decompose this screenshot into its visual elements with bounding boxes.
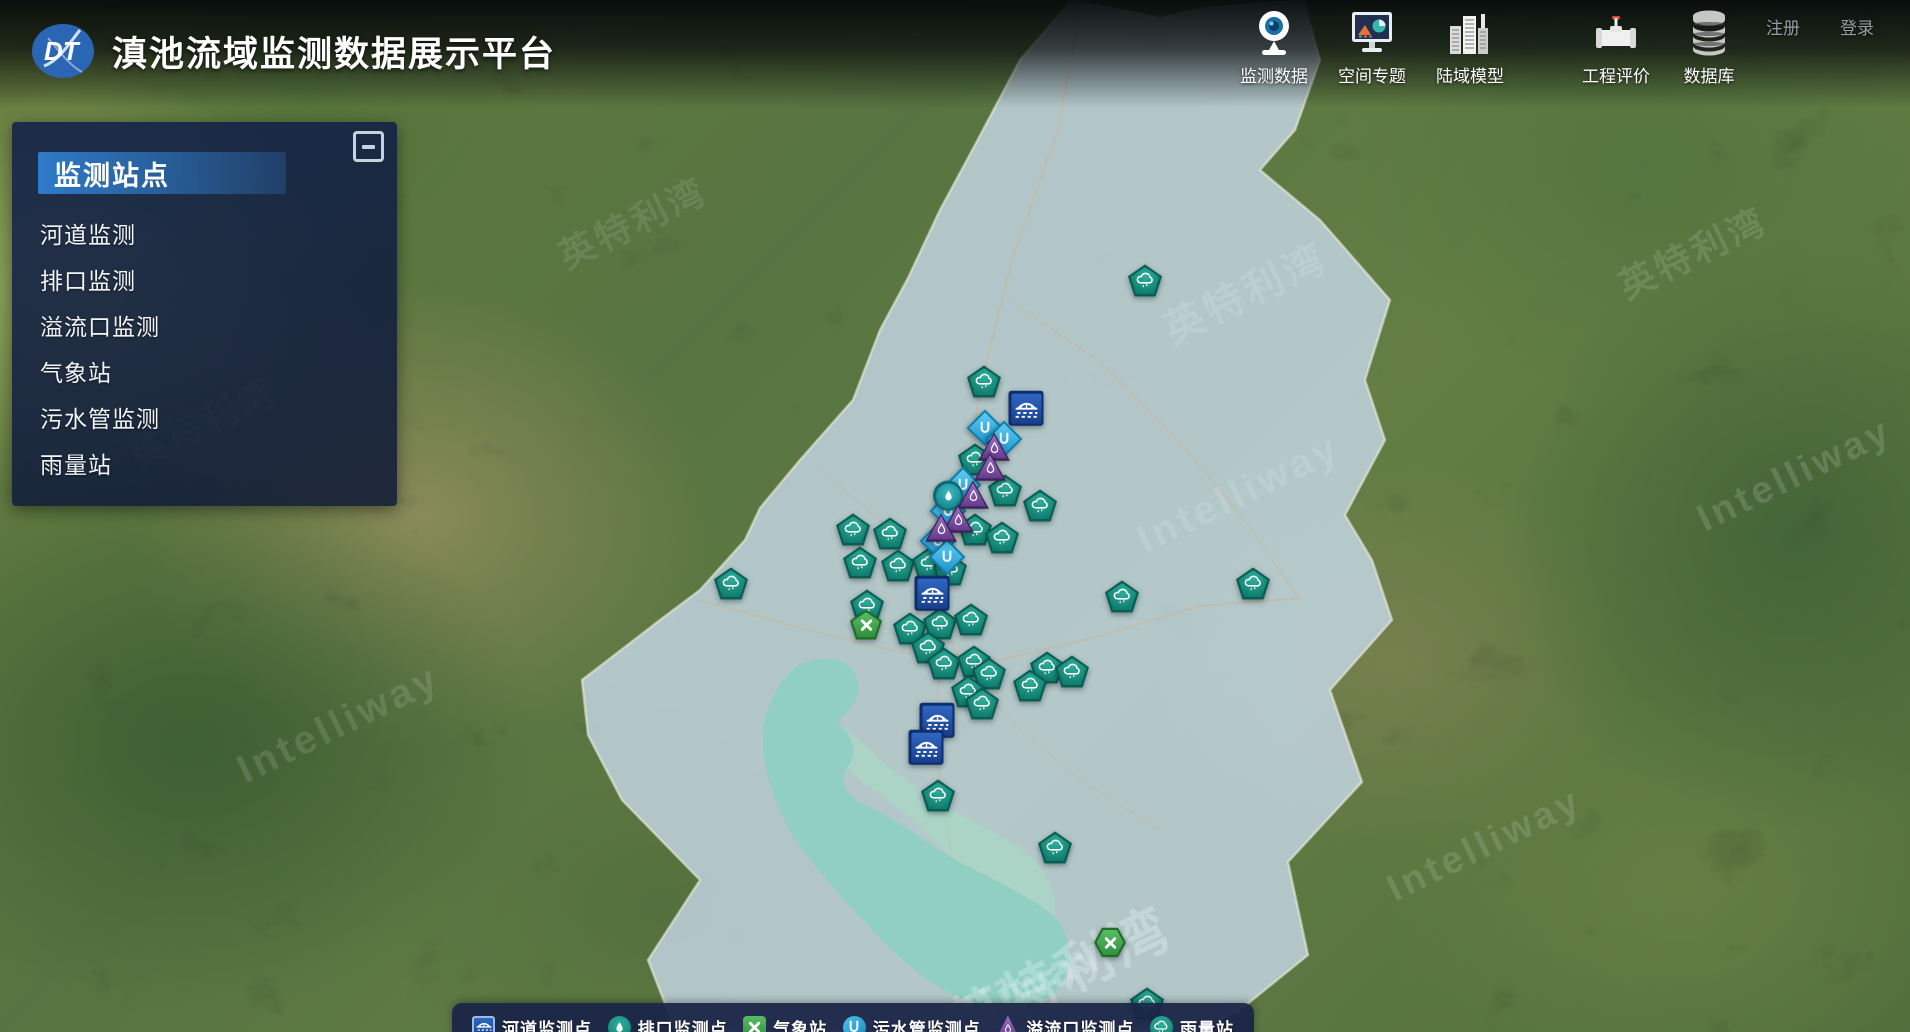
top-bar: DT 滇池流域监测数据展示平台 监测数据 空间专题 陆域模型 工程评价 数据库 注册 登…	[0, 0, 1910, 108]
minus-icon	[362, 145, 375, 149]
nav-label: 陆域模型	[1436, 62, 1504, 87]
river-monitor-marker[interactable]	[915, 576, 950, 611]
app-window: 英特利湾IntelliwayIntelliway英特利湾Intelliway英特…	[0, 0, 1910, 1032]
rain-station-marker[interactable]	[873, 517, 907, 549]
sidebar-item-overflow[interactable]: 溢流口监测	[40, 302, 397, 348]
rain-station-marker[interactable]	[965, 687, 999, 719]
overflow-legend-icon	[996, 1016, 1019, 1032]
weather-station-marker[interactable]	[850, 610, 882, 640]
login-link[interactable]: 登录	[1840, 14, 1874, 39]
buildings-icon	[1441, 6, 1499, 60]
database-icon	[1680, 6, 1738, 60]
legend-item-river: 河道监测点	[472, 1015, 592, 1032]
nav-land-model[interactable]: 陆域模型	[1436, 6, 1504, 87]
river-monitor-marker[interactable]	[1009, 391, 1044, 426]
rain-station-marker[interactable]	[985, 521, 1019, 553]
rain-station-marker[interactable]	[1236, 567, 1270, 599]
monitor-chart-icon	[1343, 6, 1401, 60]
register-link[interactable]: 注册	[1766, 14, 1800, 39]
rain-station-marker[interactable]	[1038, 831, 1072, 863]
nav-monitor-data[interactable]: 监测数据	[1240, 6, 1308, 87]
legend-label: 污水管监测点	[873, 1015, 981, 1032]
map-legend: 河道监测点 排口监测点 气象站 污水管监测点 溢流口监测点 雨量站	[452, 1003, 1254, 1032]
brand: DT 滇池流域监测数据展示平台	[30, 22, 556, 80]
outlet-legend-icon	[608, 1016, 631, 1032]
legend-label: 排口监测点	[638, 1015, 728, 1032]
panel-title: 监测站点	[38, 152, 286, 194]
legend-item-sewage: 污水管监测点	[843, 1015, 981, 1032]
nav-label: 工程评价	[1582, 62, 1650, 87]
legend-label: 气象站	[773, 1015, 827, 1032]
weather-legend-icon	[743, 1016, 766, 1032]
valve-icon	[1587, 6, 1645, 60]
legend-item-outlet: 排口监测点	[608, 1015, 728, 1032]
sidebar-item-river[interactable]: 河道监测	[40, 210, 397, 256]
river-monitor-marker[interactable]	[909, 730, 944, 765]
nav-spatial-theme[interactable]: 空间专题	[1338, 6, 1406, 87]
monitor-stations-panel: 监测站点 河道监测排口监测溢流口监测气象站污水管监测雨量站	[12, 122, 397, 506]
nav-label: 空间专题	[1338, 62, 1406, 87]
overflow-marker[interactable]	[974, 452, 1006, 482]
page-title: 滇池流域监测数据展示平台	[112, 26, 556, 77]
nav-project-eval[interactable]: 工程评价	[1582, 6, 1650, 87]
rain-station-marker[interactable]	[1013, 669, 1047, 701]
weather-station-marker[interactable]	[1094, 926, 1126, 958]
overflow-marker[interactable]	[925, 513, 957, 543]
rain-station-marker[interactable]	[954, 603, 988, 635]
rain-station-marker[interactable]	[714, 567, 748, 599]
sidebar-item-rain[interactable]: 雨量站	[40, 440, 397, 486]
sidebar-item-weather[interactable]: 气象站	[40, 348, 397, 394]
river-legend-icon	[472, 1016, 495, 1032]
rain-station-marker[interactable]	[967, 365, 1001, 397]
nav-label: 数据库	[1684, 62, 1735, 87]
legend-item-overflow: 溢流口监测点	[996, 1015, 1134, 1032]
legend-item-rain: 雨量站	[1150, 1015, 1234, 1032]
nav-database[interactable]: 数据库	[1680, 6, 1738, 87]
top-nav: 监测数据 空间专题 陆域模型 工程评价 数据库	[1240, 6, 1738, 87]
legend-item-weather: 气象站	[743, 1015, 827, 1032]
webcam-icon	[1245, 6, 1303, 60]
rain-station-marker[interactable]	[1023, 489, 1057, 521]
legend-label: 溢流口监测点	[1026, 1015, 1134, 1032]
sidebar-item-sewage[interactable]: 污水管监测	[40, 394, 397, 440]
rain-station-marker[interactable]	[1055, 655, 1089, 687]
panel-minimize-button[interactable]	[353, 131, 384, 162]
rain-station-marker[interactable]	[1128, 264, 1162, 296]
rain-station-marker[interactable]	[843, 546, 877, 578]
panel-menu: 河道监测排口监测溢流口监测气象站污水管监测雨量站	[40, 210, 397, 486]
company-logo-icon: DT	[30, 22, 96, 80]
sidebar-item-outlet[interactable]: 排口监测	[40, 256, 397, 302]
nav-label: 监测数据	[1240, 62, 1308, 87]
rain-station-marker[interactable]	[836, 513, 870, 545]
legend-label: 河道监测点	[502, 1015, 592, 1032]
rain-legend-icon	[1150, 1016, 1173, 1032]
auth-links: 注册 登录	[1766, 14, 1874, 39]
rain-station-marker[interactable]	[881, 549, 915, 581]
svg-text:DT: DT	[44, 36, 81, 66]
rain-station-marker[interactable]	[1105, 580, 1139, 612]
sewage-legend-icon	[843, 1016, 866, 1032]
legend-label: 雨量站	[1180, 1015, 1234, 1032]
rain-station-marker[interactable]	[921, 779, 955, 811]
